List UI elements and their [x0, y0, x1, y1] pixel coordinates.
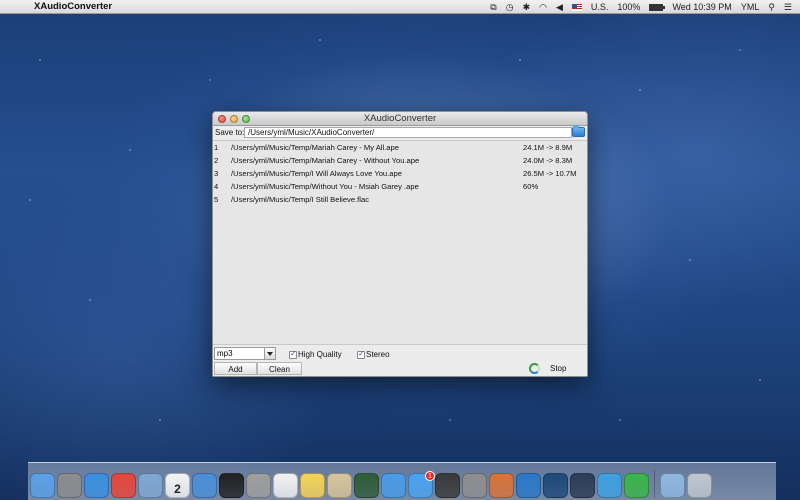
zoom-window-icon[interactable] [242, 115, 250, 123]
calculator-icon[interactable] [246, 473, 271, 498]
xcode-icon[interactable] [192, 473, 217, 498]
stop-button[interactable]: Stop [529, 362, 566, 375]
file-list[interactable]: 1/Users/yml/Music/Temp/Mariah Carey - My… [213, 140, 587, 352]
colorsync-icon[interactable] [489, 473, 514, 498]
calendar-icon[interactable]: 2 [165, 473, 190, 498]
time-machine-icon[interactable]: ◷ [506, 2, 514, 13]
wifi-icon[interactable]: ◠ [539, 2, 547, 13]
file-row[interactable]: 1/Users/yml/Music/Temp/Mariah Carey - My… [213, 141, 587, 154]
trash-icon[interactable] [687, 473, 712, 498]
bottom-toolbar: mp3 High Quality Stereo Add Clean Stop [213, 344, 587, 376]
save-to-bar: Save to: /Users/yml/Music/XAudioConverte… [213, 125, 587, 139]
clock[interactable]: Wed 10:39 PM [672, 2, 731, 12]
file-index: 5 [214, 195, 219, 204]
clean-button[interactable]: Clean [257, 362, 302, 375]
x-app-icon[interactable] [624, 473, 649, 498]
choose-folder-icon[interactable] [572, 125, 585, 137]
volume-icon[interactable]: ◀ [556, 2, 563, 13]
high-quality-checkbox[interactable]: High Quality [289, 349, 342, 359]
stereo-checkbox[interactable]: Stereo [357, 349, 390, 359]
user-name[interactable]: YML [741, 2, 760, 12]
chevron-down-icon[interactable] [264, 348, 275, 359]
safari-icon[interactable] [84, 473, 109, 498]
spotlight-icon[interactable]: ⚲ [768, 2, 775, 13]
flag-icon[interactable] [571, 3, 582, 11]
file-index: 3 [214, 169, 219, 178]
eye-icon[interactable] [516, 473, 541, 498]
audio-icon[interactable] [543, 473, 568, 498]
input-source-label[interactable]: U.S. [591, 2, 609, 12]
system-preferences-icon[interactable] [462, 473, 487, 498]
battery-icon[interactable] [649, 3, 666, 11]
file-path: /Users/yml/Music/Temp/I Still Believe.fl… [231, 195, 369, 204]
quicktime-icon[interactable] [570, 473, 595, 498]
file-status: 24.1M -> 8.9M [523, 143, 573, 152]
notification-center-icon[interactable]: ☰ [784, 2, 792, 13]
window-icon[interactable]: ⧉ [490, 2, 496, 13]
file-row[interactable]: 4/Users/yml/Music/Temp/Without You - Msi… [213, 180, 587, 193]
file-path: /Users/yml/Music/Temp/I Will Always Love… [231, 169, 402, 178]
file-index: 1 [214, 143, 219, 152]
stickies-icon[interactable] [300, 473, 325, 498]
file-path: /Users/yml/Music/Temp/Mariah Carey - My … [231, 143, 399, 152]
file-status: 24.0M -> 8.3M [523, 156, 573, 165]
app-menu-name[interactable]: XAudioConverter [34, 1, 112, 12]
file-path: /Users/yml/Music/Temp/Without You - Msia… [231, 182, 419, 191]
activity-monitor-icon[interactable] [435, 473, 460, 498]
add-button[interactable]: Add [214, 362, 257, 375]
terminal-icon[interactable] [219, 473, 244, 498]
w-app-icon[interactable] [597, 473, 622, 498]
file-index: 4 [214, 182, 219, 191]
dock-separator [654, 470, 655, 498]
file-row[interactable]: 5/Users/yml/Music/Temp/I Still Believe.f… [213, 193, 587, 206]
xaudioconverter-window: XAudioConverter Save to: /Users/yml/Musi… [212, 111, 588, 377]
calendar-day: 2 [174, 482, 181, 496]
save-path-field[interactable]: /Users/yml/Music/XAudioConverter/ [244, 127, 572, 138]
textedit-icon[interactable] [273, 473, 298, 498]
close-window-icon[interactable] [218, 115, 226, 123]
format-select[interactable]: mp3 [214, 347, 276, 360]
progress-spinner-icon [529, 363, 540, 374]
file-row[interactable]: 3/Users/yml/Music/Temp/I Will Always Lov… [213, 167, 587, 180]
format-select-value: mp3 [217, 349, 233, 358]
app-store-badge: 1 [425, 471, 435, 481]
activity-grid-icon[interactable] [354, 473, 379, 498]
file-status: 26.5M -> 10.7M [523, 169, 577, 178]
app-store-icon[interactable]: 1 [408, 471, 435, 498]
battery-fill [650, 4, 663, 10]
window-title: XAudioConverter [363, 113, 437, 124]
launchpad-icon[interactable] [57, 473, 82, 498]
battery-percent[interactable]: 100% [617, 2, 640, 12]
high-quality-check-icon[interactable] [289, 349, 297, 359]
minimize-window-icon[interactable] [230, 115, 238, 123]
downloads-folder-icon[interactable] [660, 473, 685, 498]
status-area: ⧉ ◷ ✱ ◠ ◀ U.S. 100% Wed 10:39 PM YML ⚲ ☰ [490, 0, 792, 14]
stereo-label: Stereo [366, 350, 390, 359]
file-path: /Users/yml/Music/Temp/Mariah Carey - Wit… [231, 156, 420, 165]
chrome-icon[interactable] [111, 473, 136, 498]
window-controls [218, 115, 250, 123]
menu-bar: XAudioConverter ⧉ ◷ ✱ ◠ ◀ U.S. 100% Wed … [0, 0, 800, 14]
itunes-icon[interactable] [381, 473, 406, 498]
save-to-label: Save to: [215, 128, 245, 137]
dock: 21 [28, 462, 776, 500]
stereo-check-icon[interactable] [357, 349, 365, 359]
file-index: 2 [214, 156, 219, 165]
high-quality-label: High Quality [298, 350, 342, 359]
file-row[interactable]: 2/Users/yml/Music/Temp/Mariah Carey - Wi… [213, 154, 587, 167]
file-status: 60% [523, 182, 539, 191]
finder-icon[interactable] [30, 473, 55, 498]
preview-icon[interactable] [138, 473, 163, 498]
stop-label: Stop [550, 364, 567, 373]
title-bar[interactable]: XAudioConverter [213, 112, 587, 126]
bluetooth-icon[interactable]: ✱ [523, 2, 531, 13]
preview2-icon[interactable] [327, 473, 352, 498]
